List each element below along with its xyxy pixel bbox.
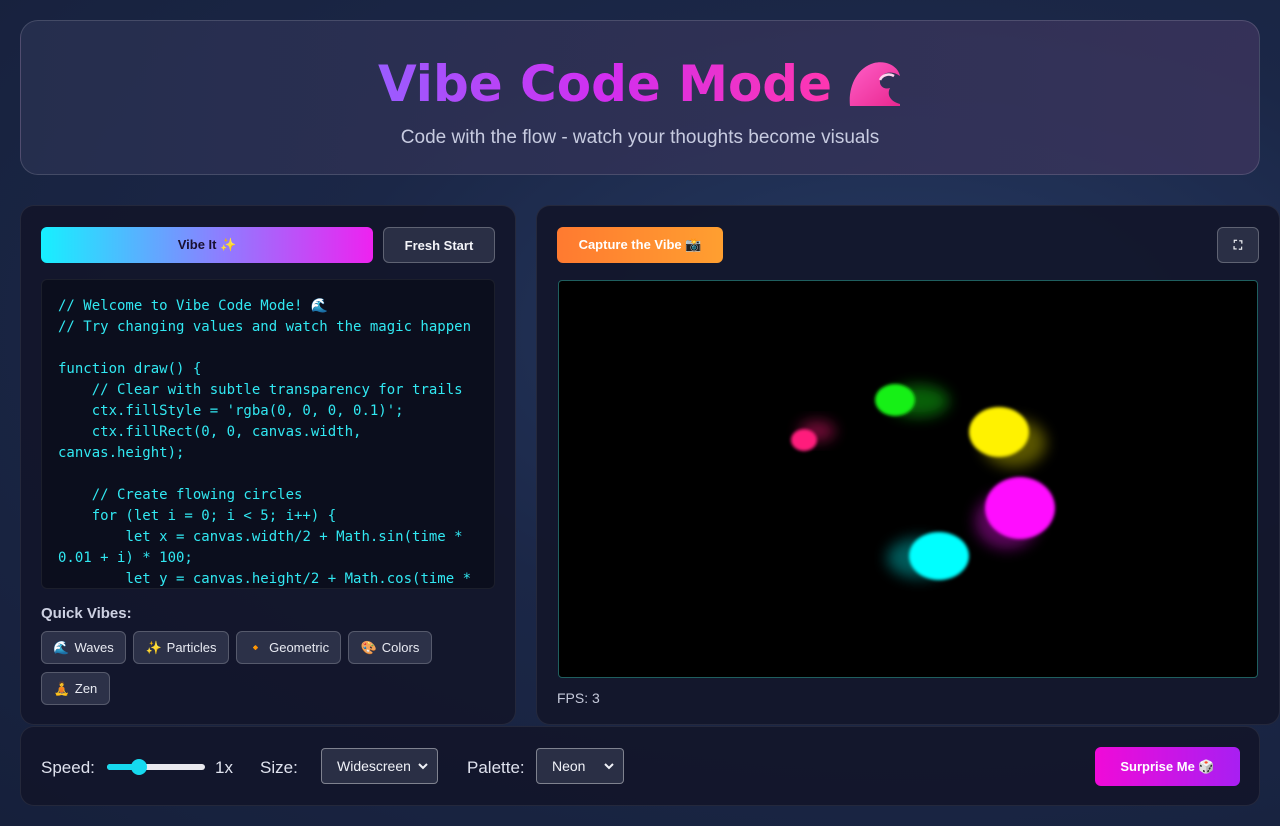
size-label: Size: [260, 758, 298, 777]
quick-vibe-colors-button[interactable]: 🎨 Colors [348, 631, 432, 664]
code-text[interactable]: // Welcome to Vibe Code Mode! 🌊 // Try c… [58, 296, 483, 588]
page-title: Vibe Code Mode [378, 55, 902, 113]
speed-value: 1x [215, 758, 233, 777]
fps-counter: FPS: 3 [557, 690, 600, 706]
chevron-down-icon [418, 763, 428, 770]
canvas-drawing [791, 384, 1055, 580]
diamond-icon: 🔸 [247, 639, 265, 655]
fresh-start-button[interactable]: Fresh Start [383, 227, 495, 263]
orb-pink [791, 421, 835, 451]
palette-select[interactable]: Neon [536, 748, 624, 784]
editor-panel: Vibe It ✨ Fresh Start // Welcome to Vibe… [20, 205, 516, 725]
chevron-down-icon [604, 763, 614, 770]
surprise-me-button[interactable]: Surprise Me 🎲 [1095, 747, 1240, 786]
palette-icon: 🎨 [360, 639, 377, 655]
palette-label: Palette: [467, 758, 525, 777]
quick-vibe-particles-button[interactable]: ✨ Particles [133, 631, 229, 664]
speed-slider-thumb[interactable] [131, 759, 148, 775]
quick-vibe-zen-button[interactable]: 🧘 Zen [41, 672, 110, 705]
orb-magenta [975, 477, 1055, 549]
code-editor[interactable]: // Welcome to Vibe Code Mode! 🌊 // Try c… [41, 279, 495, 589]
size-select[interactable]: Widescreen [321, 748, 438, 784]
quick-vibe-label: Zen [74, 681, 98, 696]
quick-vibe-label: Waves [74, 640, 114, 655]
orb-cyan [887, 532, 969, 580]
quick-vibe-waves-button[interactable]: 🌊 Waves [41, 631, 126, 664]
quick-vibe-label: Geometric [269, 640, 330, 655]
capture-vibe-button[interactable]: Capture the Vibe 📸 [557, 227, 723, 263]
controls-bar: Speed: 1x Size: Widescreen Palette: Neon… [20, 726, 1260, 806]
quick-vibe-label: Particles [166, 640, 217, 655]
wave-icon [849, 62, 901, 106]
orb-yellow [969, 407, 1046, 467]
orb-green [875, 384, 949, 417]
quick-vibe-label: Colors [381, 640, 420, 655]
size-select-value: Widescreen [337, 758, 411, 774]
wave-icon: 🌊 [53, 639, 70, 655]
page-title-text: Vibe Code Mode [377, 55, 833, 113]
preview-panel: Capture the Vibe 📸 ⛶ FPS: 3 [536, 205, 1280, 725]
fullscreen-icon: ⛶ [1233, 237, 1243, 252]
page-subtitle: Code with the flow - watch your thoughts… [400, 127, 880, 148]
quick-vibe-geometric-button[interactable]: 🔸 Geometric [236, 631, 341, 664]
sparkles-icon: ✨ [145, 639, 162, 655]
palette-select-value: Neon [552, 758, 586, 774]
quick-vibes-label: Quick Vibes: [41, 605, 132, 622]
vibe-it-button[interactable]: Vibe It ✨ [41, 227, 373, 263]
fullscreen-button[interactable]: ⛶ [1217, 227, 1259, 263]
render-canvas[interactable] [558, 280, 1258, 678]
header-banner: Vibe Code Mode Code with the flow - watc… [20, 20, 1260, 175]
meditation-icon: 🧘 [53, 680, 70, 696]
speed-label: Speed: [41, 758, 95, 777]
speed-slider[interactable] [107, 759, 205, 775]
